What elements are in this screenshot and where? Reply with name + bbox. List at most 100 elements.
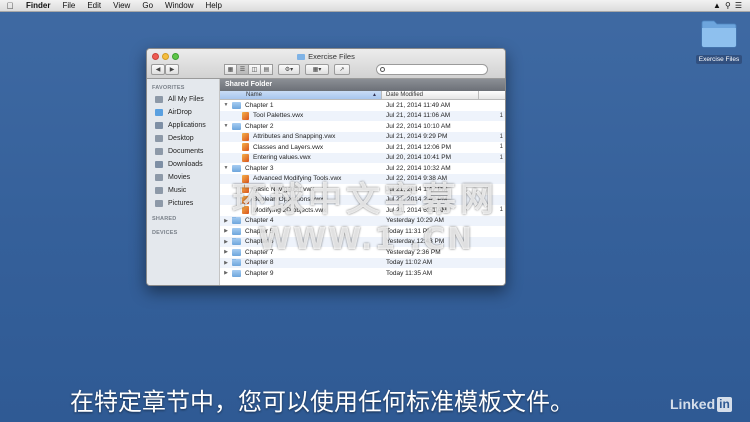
column-date-label: Date Modified <box>386 92 424 98</box>
row-name-cell: ▶ Chapter 9 <box>220 269 382 277</box>
sidebar-heading-devices[interactable]: DEVICES <box>147 228 219 238</box>
disclosure-closed-icon[interactable]: ▶ <box>222 218 230 224</box>
menu-help[interactable]: Help <box>199 1 227 10</box>
airdrop-icon <box>155 109 163 116</box>
column-name-header[interactable]: Name ▲ <box>220 91 382 99</box>
file-row[interactable]: Tool Palettes.vwx Jul 21, 2014 11:06 AM 1 <box>220 110 505 121</box>
row-name-label: Chapter 9 <box>245 269 274 277</box>
disclosure-closed-icon[interactable]: ▶ <box>222 270 230 276</box>
sidebar-item-label: Desktop <box>168 135 194 142</box>
linkedin-in-icon: in <box>717 396 732 412</box>
sidebar-heading-shared[interactable]: SHARED <box>147 214 219 224</box>
menu-edit[interactable]: Edit <box>81 1 107 10</box>
title-bar[interactable]: Exercise Files ◀ ▶ ▦ ☰ ◫ ▤ ⚙▾ ▦▾ ↗ <box>147 49 505 79</box>
spotlight-icon[interactable]: ⚲ <box>725 1 731 10</box>
row-name-label: Chapter 8 <box>245 259 274 267</box>
disclosure-closed-icon[interactable]: ▶ <box>222 228 230 234</box>
vectorworks-file-icon <box>242 143 249 152</box>
column-date-header[interactable]: Date Modified <box>382 91 479 99</box>
vectorworks-file-icon <box>242 153 249 162</box>
folder-icon <box>700 18 738 48</box>
wifi-icon[interactable]: ▲ <box>713 1 721 10</box>
folder-row[interactable]: ▼ Chapter 1 Jul 21, 2014 11:49 AM <box>220 100 505 111</box>
desktop-icon <box>155 135 163 142</box>
sidebar-item-all-my-files[interactable]: All My Files <box>147 93 219 106</box>
sidebar-item-music[interactable]: Music <box>147 184 219 197</box>
folder-icon <box>232 238 241 246</box>
row-date-cell: Jul 22, 2014 10:10 AM <box>386 122 451 130</box>
menu-finder[interactable]: Finder <box>20 1 56 10</box>
disclosure-open-icon[interactable]: ▼ <box>222 102 230 108</box>
folder-icon <box>232 248 241 256</box>
sort-arrow-icon: ▲ <box>372 92 377 98</box>
search-field[interactable] <box>376 64 488 75</box>
column-extra-header[interactable] <box>479 91 505 99</box>
row-date-cell: Today 11:35 AM <box>386 269 433 277</box>
row-name-cell: Attributes and Snapping.vwx <box>220 132 382 141</box>
row-name-label: Entering values.vwx <box>253 154 311 162</box>
sidebar-item-desktop[interactable]: Desktop <box>147 132 219 145</box>
folder-icon <box>232 259 241 267</box>
row-name-label: Chapter 2 <box>245 122 274 130</box>
menu-list-icon[interactable]: ☰ <box>735 1 742 10</box>
coverflow-view-button[interactable]: ▤ <box>260 64 273 75</box>
sidebar-item-pictures[interactable]: Pictures <box>147 197 219 210</box>
row-date-cell: Jul 21, 2014 11:06 AM <box>386 112 451 120</box>
file-row[interactable]: Entering values.vwx Jul 20, 2014 10:41 PM… <box>220 152 505 163</box>
forward-button[interactable]: ▶ <box>165 64 179 75</box>
sidebar-item-applications[interactable]: Applications <box>147 119 219 132</box>
menu-window[interactable]: Window <box>159 1 199 10</box>
menu-view[interactable]: View <box>107 1 136 10</box>
column-header: Name ▲ Date Modified <box>220 91 505 100</box>
pictures-icon <box>155 200 163 207</box>
folder-icon <box>232 269 241 277</box>
row-name-label: Chapter 3 <box>245 164 274 172</box>
sidebar-item-airdrop[interactable]: AirDrop <box>147 106 219 119</box>
sidebar-item-label: All My Files <box>168 96 204 103</box>
chevron-right-icon: ▶ <box>169 67 175 73</box>
disclosure-open-icon[interactable]: ▼ <box>222 123 230 129</box>
music-icon <box>155 187 163 194</box>
gear-icon: ⚙▾ <box>284 67 294 73</box>
column-name-label: Name <box>246 92 263 98</box>
row-name-cell: ▼ Chapter 1 <box>220 101 382 109</box>
desktop-folder-exercise-files[interactable]: Exercise Files <box>693 18 745 66</box>
menu-go[interactable]: Go <box>136 1 159 10</box>
sidebar-heading-favorites: FAVORITES <box>152 85 185 91</box>
grid-icon: ▦ <box>227 67 234 73</box>
sidebar-item-label: Documents <box>168 148 204 155</box>
row-name-label: Chapter 1 <box>245 101 274 109</box>
share-button[interactable]: ↗ <box>334 64 350 75</box>
folder-row[interactable]: ▼ Chapter 2 Jul 22, 2014 10:10 AM <box>220 121 505 132</box>
folder-icon <box>232 101 241 109</box>
action-button[interactable]: ⚙▾ <box>278 64 300 75</box>
disclosure-open-icon[interactable]: ▼ <box>222 165 230 171</box>
video-subtitle: 在特定章节中，您可以使用任何标准模板文件。 <box>70 388 574 416</box>
row-name-cell: ▶ Chapter 8 <box>220 259 382 267</box>
sidebar-item-downloads[interactable]: Downloads <box>147 158 219 171</box>
apple-menu-icon[interactable]:  <box>0 1 20 11</box>
watermark-text: 环球中文字幕网 <box>232 180 498 220</box>
vectorworks-file-icon <box>242 111 249 120</box>
sidebar-item-documents[interactable]: Documents <box>147 145 219 158</box>
sidebar-item-movies[interactable]: Movies <box>147 171 219 184</box>
disclosure-closed-icon[interactable]: ▶ <box>222 249 230 255</box>
row-date-cell: Jul 21, 2014 9:29 PM <box>386 133 448 141</box>
coverflow-icon: ▤ <box>263 67 270 73</box>
folder-row[interactable]: ▶ Chapter 9 Today 11:35 AM <box>220 268 505 279</box>
folder-row[interactable]: ▶ Chapter 8 Today 11:02 AM <box>220 257 505 268</box>
disclosure-closed-icon[interactable]: ▶ <box>222 260 230 266</box>
disclosure-closed-icon[interactable]: ▶ <box>222 239 230 245</box>
arrange-button[interactable]: ▦▾ <box>305 64 329 75</box>
window-title: Exercise Files <box>147 52 505 61</box>
row-date-cell: Jul 21, 2014 11:49 AM <box>386 101 451 109</box>
documents-icon <box>155 148 163 155</box>
back-button[interactable]: ◀ <box>151 64 165 75</box>
watermark-url: WWW.1 .CN <box>258 222 475 257</box>
all-files-icon <box>155 96 163 103</box>
file-row[interactable]: Classes and Layers.vwx Jul 21, 2014 12:06… <box>220 142 505 153</box>
file-row[interactable]: Attributes and Snapping.vwx Jul 21, 2014 … <box>220 131 505 142</box>
row-name-cell: Classes and Layers.vwx <box>220 143 382 152</box>
menu-file[interactable]: File <box>56 1 81 10</box>
row-date-cell: Jul 21, 2014 12:06 PM <box>386 143 452 151</box>
